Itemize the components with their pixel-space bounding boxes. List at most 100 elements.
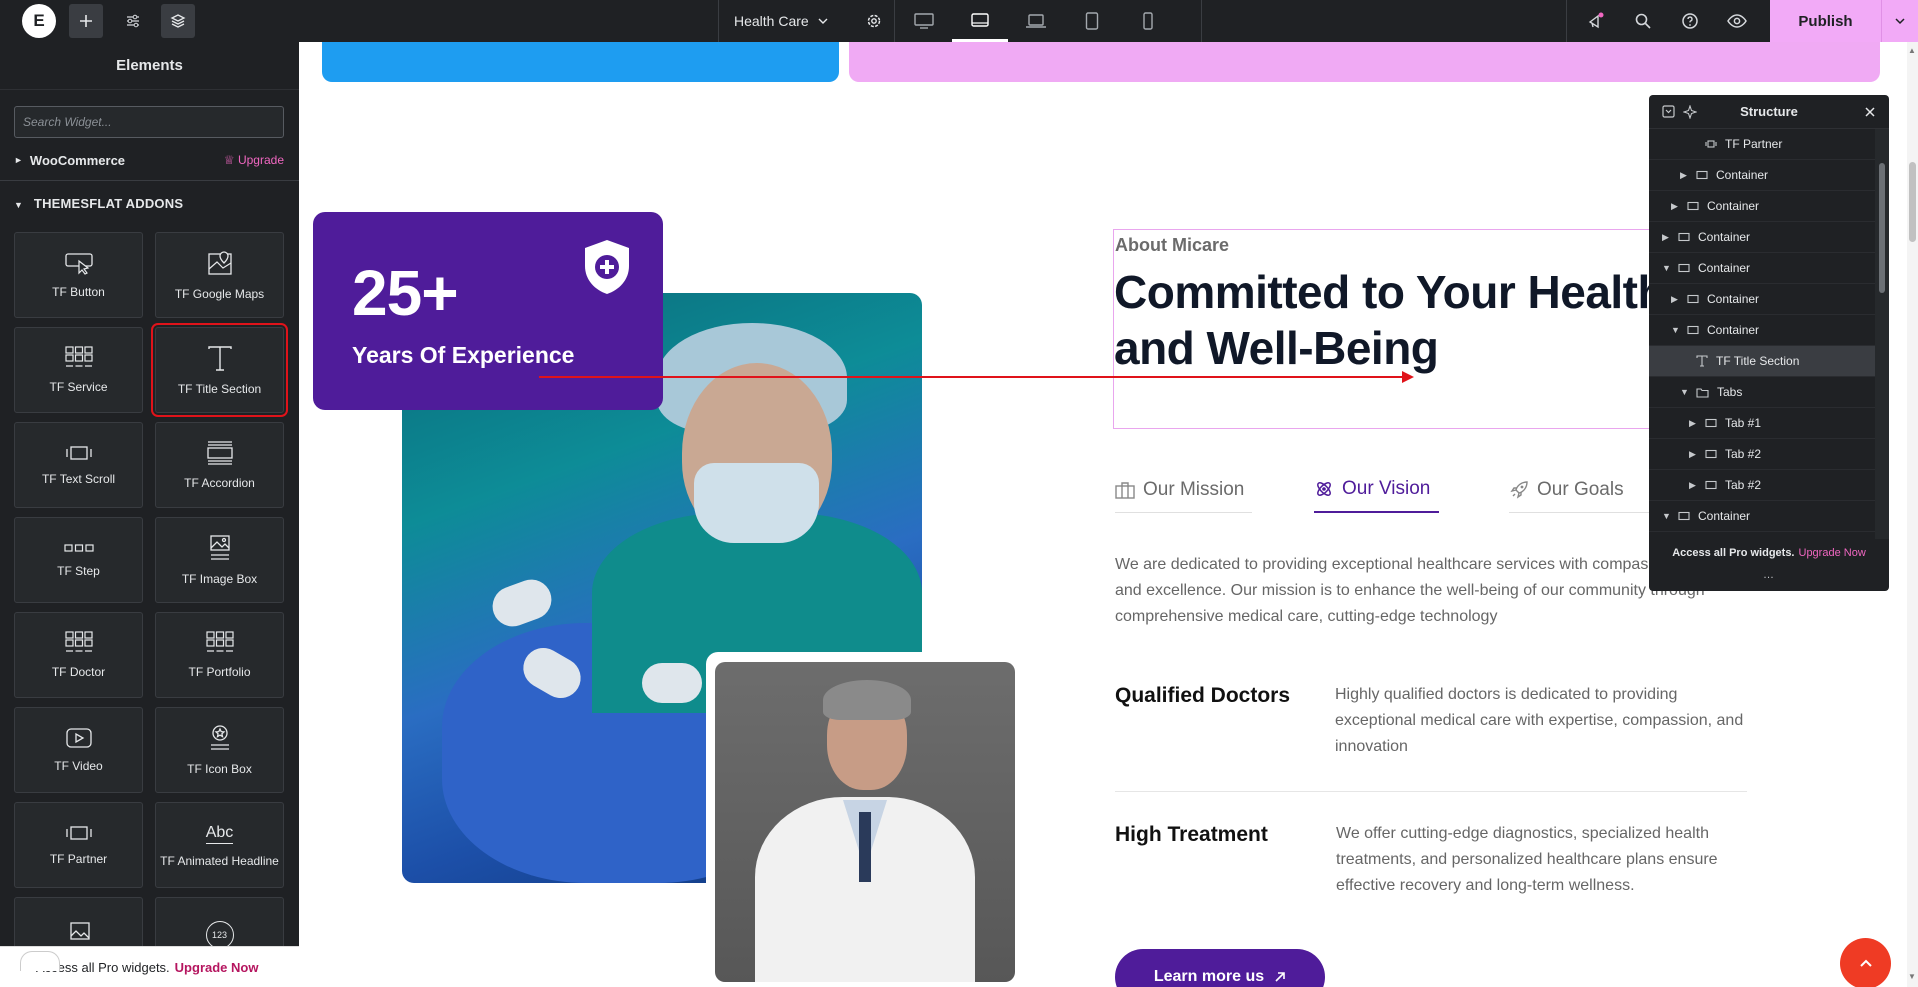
widget-tf-google-maps[interactable]: TF Google Maps	[155, 232, 284, 318]
scroll-down-arrow-icon[interactable]: ▼	[1908, 972, 1916, 981]
tabs: Our Mission Our Vision Our Goals	[1115, 467, 1649, 513]
widget-tf-portfolio[interactable]: TF Portfolio	[155, 612, 284, 698]
structure-row[interactable]: ▶ Tab #2	[1649, 439, 1875, 470]
tab-label: Our Vision	[1342, 478, 1431, 499]
tablet-portrait-icon[interactable]	[1064, 0, 1120, 42]
more-handle[interactable]: …	[1649, 569, 1889, 581]
structure-row[interactable]: TF Title Section	[1649, 346, 1875, 377]
divider	[718, 0, 719, 42]
caret-right-icon[interactable]: ▶	[1689, 480, 1699, 491]
tab-label: Our Goals	[1537, 478, 1624, 500]
structure-toggle-button[interactable]	[161, 4, 195, 38]
widget-tf-video[interactable]: TF Video	[14, 707, 143, 793]
caret-down-icon[interactable]: ▼	[1680, 387, 1690, 397]
add-element-button[interactable]	[69, 4, 103, 38]
structure-row[interactable]: ▼ Tabs	[1649, 377, 1875, 408]
site-name: Health Care	[734, 13, 809, 29]
widget-search[interactable]	[14, 106, 284, 138]
structure-row[interactable]: ▶ Tab #2	[1649, 470, 1875, 501]
structure-row[interactable]: ▶ Container	[1649, 222, 1875, 253]
category-themesflat[interactable]: ▼ THEMESFLAT ADDONS	[14, 196, 183, 211]
laptop-icon[interactable]	[1008, 0, 1064, 42]
section-title[interactable]: Committed to Your Health and Well-Being	[1114, 264, 1674, 376]
structure-row[interactable]: ▶ Tab #1	[1649, 408, 1875, 439]
gear-icon[interactable]	[865, 12, 883, 30]
widget-tf-image-box[interactable]: TF Image Box	[155, 517, 284, 603]
widget-tf-step[interactable]: TF Step	[14, 517, 143, 603]
close-icon[interactable]	[1859, 101, 1881, 123]
structure-row[interactable]: ▼ Container	[1649, 253, 1875, 284]
widget-label: TF Title Section	[177, 382, 262, 396]
caret-right-icon[interactable]: ▶	[1680, 170, 1690, 181]
caret-right-icon[interactable]: ▶	[1662, 232, 1672, 243]
category-woocommerce[interactable]: ► WooCommerce ♕ Upgrade	[14, 150, 284, 170]
scrollbar-thumb[interactable]	[1879, 163, 1885, 293]
caret-down-icon[interactable]: ▼	[1671, 325, 1681, 335]
upgrade-now-link[interactable]: Upgrade Now	[175, 960, 259, 975]
caret-right-icon[interactable]: ▶	[1689, 449, 1699, 460]
structure-row[interactable]: ▶ Container	[1649, 160, 1875, 191]
upgrade-link[interactable]: ♕ Upgrade	[224, 153, 284, 167]
logo-glyph: E	[33, 11, 45, 30]
grid-icon	[64, 631, 93, 652]
structure-row-label: Tab #2	[1725, 478, 1762, 492]
caret-down-icon[interactable]: ▼	[1662, 263, 1672, 273]
preview-button[interactable]	[1713, 0, 1760, 42]
grid-icon	[64, 346, 93, 367]
widget-tf-icon-box[interactable]: TF Icon Box	[155, 707, 284, 793]
site-settings-button[interactable]	[116, 4, 150, 38]
shield-plus-icon	[585, 240, 629, 294]
widget-tf-partner[interactable]: TF Partner	[14, 802, 143, 888]
structure-row[interactable]: ▼ Container	[1649, 501, 1875, 532]
sparkle-icon[interactable]	[1679, 101, 1701, 123]
collapse-all-icon[interactable]	[1657, 101, 1679, 123]
widget-tf-doctor[interactable]: TF Doctor	[14, 612, 143, 698]
structure-row[interactable]: ▶ Container	[1649, 191, 1875, 222]
notifications-button[interactable]	[1572, 0, 1619, 42]
tab-our-vision[interactable]: Our Vision	[1314, 467, 1439, 513]
slides-icon	[1705, 139, 1717, 149]
caret-right-icon[interactable]: ▶	[1689, 418, 1699, 429]
elementor-logo[interactable]: E	[22, 4, 56, 38]
widget-tf-text-scroll[interactable]: TF Text Scroll	[14, 422, 143, 508]
structure-scrollbar[interactable]	[1875, 129, 1889, 539]
publish-button[interactable]: Publish	[1770, 0, 1881, 42]
mobile-icon[interactable]	[1120, 0, 1176, 42]
desktop-icon[interactable]	[896, 0, 952, 42]
widget-tf-animated-headline[interactable]: Abc TF Animated Headline	[155, 802, 284, 888]
structure-row[interactable]: ▼ Container	[1649, 315, 1875, 346]
learn-more-button[interactable]: Learn more us	[1115, 949, 1325, 987]
scroll-to-top-button[interactable]	[1840, 938, 1891, 987]
structure-row[interactable]: ▶ Container	[1649, 284, 1875, 315]
structure-row[interactable]: TF Partner	[1649, 129, 1875, 160]
tab-our-goals[interactable]: Our Goals	[1509, 467, 1649, 513]
tablet-landscape-icon[interactable]	[952, 0, 1008, 42]
video-icon	[65, 728, 92, 748]
structure-row-label: TF Title Section	[1716, 354, 1800, 368]
publish-options-button[interactable]	[1881, 0, 1918, 42]
widget-tf-service[interactable]: TF Service	[14, 327, 143, 413]
scrollbar-thumb[interactable]	[1909, 162, 1916, 242]
search-input[interactable]	[23, 115, 243, 129]
structure-row-label: Container	[1698, 261, 1751, 275]
widget-tf-button[interactable]: TF Button	[14, 232, 143, 318]
widget-label: TF Animated Headline	[160, 853, 279, 868]
canvas-scrollbar[interactable]: ▲ ▼	[1907, 42, 1918, 987]
caret-right-icon[interactable]: ▶	[1671, 294, 1681, 305]
scroll-up-arrow-icon[interactable]: ▲	[1908, 46, 1916, 55]
help-button[interactable]	[1666, 0, 1713, 42]
site-selector[interactable]: Health Care	[734, 0, 883, 42]
container-icon	[1687, 294, 1699, 304]
caret-down-icon[interactable]: ▼	[1662, 511, 1672, 521]
feature-text: Highly qualified doctors is dedicated to…	[1335, 686, 1744, 755]
finder-button[interactable]	[1619, 0, 1666, 42]
image-icon	[69, 922, 90, 940]
widget-tf-title-section[interactable]: TF Title Section	[151, 323, 288, 417]
tab-our-mission[interactable]: Our Mission	[1115, 467, 1252, 513]
experience-card[interactable]: 25+ Years Of Experience	[313, 212, 663, 410]
upgrade-now-link[interactable]: Upgrade Now	[1799, 547, 1866, 559]
structure-header: Structure	[1649, 95, 1889, 129]
caret-right-icon[interactable]: ▶	[1671, 201, 1681, 212]
widget-tf-accordion[interactable]: TF Accordion	[155, 422, 284, 508]
structure-row[interactable]: TF Title Section	[1649, 532, 1875, 539]
